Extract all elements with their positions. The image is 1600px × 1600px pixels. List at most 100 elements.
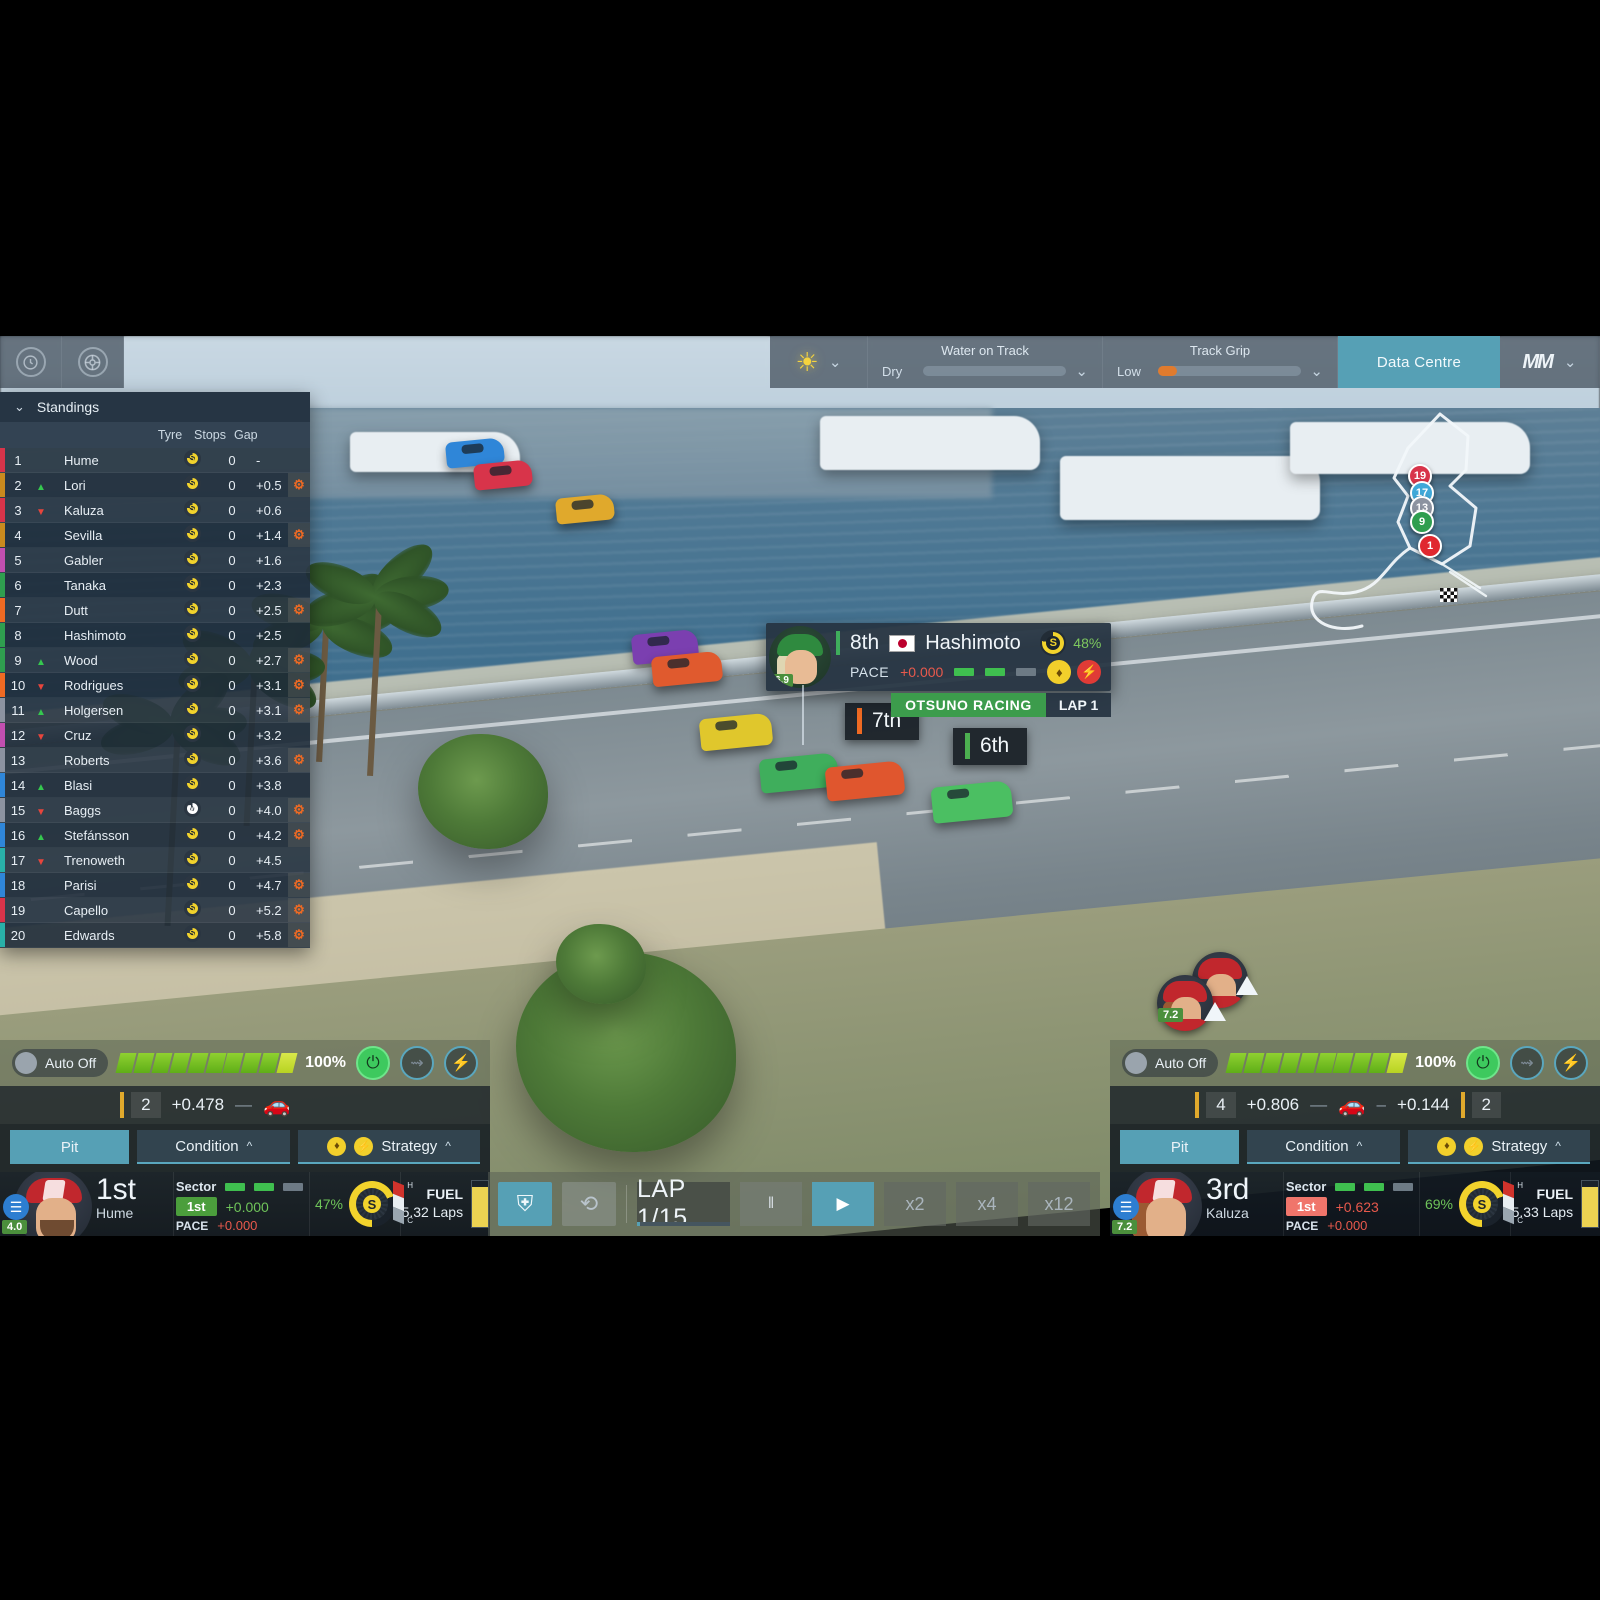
driver-rating-badge: 7.2 — [1158, 1008, 1184, 1022]
track-map[interactable]: 19 17 13 9 1 — [1290, 396, 1510, 636]
tyre-block[interactable]: 47% S H C — [309, 1172, 413, 1236]
grip-slider[interactable] — [1158, 366, 1302, 376]
table-row[interactable]: 20 Edwards S 0 +5.8 ⚙ — [0, 923, 310, 948]
strategy-button[interactable]: ♦ ⚡ Strategy ^ — [1408, 1130, 1590, 1164]
session-clock-button[interactable] — [0, 336, 62, 388]
track-view-icon[interactable]: ⛨ — [498, 1182, 552, 1226]
table-row[interactable]: 13 Roberts S 0 +3.6 ⚙ — [0, 748, 310, 773]
table-row[interactable]: 2 ▲ Lori S 0 +0.5 ⚙ — [0, 473, 310, 498]
drs-icon: ⚙ — [288, 748, 310, 772]
table-row[interactable]: 4 Sevilla S 0 +1.4 ⚙ — [0, 523, 310, 548]
tyre-icon: S H C — [348, 1180, 413, 1227]
table-row[interactable]: 5 Gabler S 0 +1.6 — [0, 548, 310, 573]
sector-position: 1st — [1285, 1197, 1327, 1216]
auto-ers-toggle[interactable]: Auto Off — [12, 1049, 109, 1077]
plug-icon[interactable]: ⏻ — [1466, 1046, 1500, 1080]
condition-label: Condition — [175, 1137, 239, 1155]
auto-ers-toggle[interactable]: Auto Off — [1122, 1049, 1219, 1077]
tyre-icon: S — [183, 850, 201, 867]
tooltip-footer: OTSUNO RACING LAP 1 — [766, 693, 1112, 717]
row-position: 5 — [14, 552, 22, 568]
tyre-block[interactable]: 69% S H C — [1419, 1172, 1523, 1236]
row-tyre: S — [172, 650, 212, 670]
speed-x12-button[interactable]: x12 — [1028, 1182, 1090, 1226]
row-position: 7 — [14, 602, 22, 618]
table-row[interactable]: 9 ▲ Wood S 0 +2.7 ⚙ — [0, 648, 310, 673]
table-row[interactable]: 17 ▼ Trenoweth S 0 +4.5 — [0, 848, 310, 873]
mm-menu-button[interactable]: MM ⌄ — [1500, 336, 1600, 388]
weather-selector[interactable]: ☀ ⌄ — [770, 336, 868, 388]
boost-icon[interactable]: ⚡ — [1554, 1046, 1588, 1080]
fuel-block[interactable]: FUEL 5.32 Laps — [399, 1172, 490, 1236]
row-tyre: S — [172, 700, 212, 720]
table-row[interactable]: 7 Dutt S 0 +2.5 ⚙ — [0, 598, 310, 623]
replay-icon[interactable]: ⟲ — [562, 1182, 616, 1226]
track-position-label[interactable]: 6th — [953, 728, 1028, 765]
row-tyre: S — [172, 825, 212, 845]
chevron-down-icon[interactable]: ⌄ — [1075, 362, 1088, 380]
table-row[interactable]: 8 Hashimoto S 0 +2.5 — [0, 623, 310, 648]
team-colour-stripe — [0, 548, 5, 572]
table-row[interactable]: 15 ▼ Baggs M 0 +4.0 ⚙ — [0, 798, 310, 823]
strategy-button[interactable]: ♦ ⚡ Strategy ^ — [298, 1130, 480, 1164]
plug-icon[interactable]: ⏻ — [356, 1046, 390, 1080]
pit-button[interactable]: Pit — [10, 1130, 130, 1164]
row-tyre: M — [172, 800, 212, 820]
condition-button[interactable]: Condition ^ — [137, 1130, 291, 1164]
table-row[interactable]: 19 Capello S 0 +5.2 ⚙ — [0, 898, 310, 923]
driver-tooltip: 6.9 8th Hashimoto S 48% PACE +0.000 ♦ ⚡ … — [766, 623, 1112, 745]
tyre-info-button[interactable] — [62, 336, 124, 388]
table-row[interactable]: 18 Parisi S 0 +4.7 ⚙ — [0, 873, 310, 898]
speed-x2-button[interactable]: x2 — [884, 1182, 946, 1226]
driver-list-icon[interactable]: ☰ — [1113, 1194, 1139, 1220]
track-grip-control[interactable]: Track Grip Low ⌄ — [1103, 336, 1338, 388]
slipstream-icon[interactable]: ⇝ — [1510, 1046, 1544, 1080]
avatar[interactable]: ☰ 7.2 — [1110, 1172, 1202, 1236]
table-row[interactable]: 14 ▲ Blasi S 0 +3.8 — [0, 773, 310, 798]
row-position: 17 — [10, 852, 26, 868]
table-row[interactable]: 6 Tanaka S 0 +2.3 — [0, 573, 310, 598]
tooltip-tyre: S 48% — [1040, 630, 1101, 656]
table-row[interactable]: 1 Hume S 0 - — [0, 448, 310, 473]
row-stops: 0 — [228, 652, 236, 668]
pit-button[interactable]: Pit — [1120, 1130, 1240, 1164]
water-on-track-control[interactable]: Water on Track Dry ⌄ — [868, 336, 1103, 388]
track-map-car-marker[interactable]: 9 — [1410, 510, 1434, 534]
boost-icon[interactable]: ⚡ — [444, 1046, 478, 1080]
pause-button[interactable]: ‖ — [740, 1182, 802, 1226]
water-slider[interactable] — [923, 366, 1067, 376]
row-tyre: S — [172, 450, 212, 470]
table-row[interactable]: 16 ▲ Stefánsson S 0 +4.2 ⚙ — [0, 823, 310, 848]
slipstream-icon[interactable]: ⇝ — [400, 1046, 434, 1080]
table-row[interactable]: 10 ▼ Rodrigues S 0 +3.1 ⚙ — [0, 673, 310, 698]
row-position: 18 — [10, 877, 26, 893]
table-row[interactable]: 11 ▲ Holgersen S 0 +3.1 ⚙ — [0, 698, 310, 723]
sector-time: +0.000 — [225, 1198, 269, 1215]
row-gap: +4.5 — [256, 852, 282, 868]
data-centre-button[interactable]: Data Centre — [1338, 336, 1500, 388]
fuel-block[interactable]: FUEL 5.33 Laps — [1509, 1172, 1600, 1236]
table-row[interactable]: 12 ▼ Cruz S 0 +3.2 — [0, 723, 310, 748]
row-stops: 0 — [228, 827, 236, 843]
table-row[interactable]: 3 ▼ Kaluza S 0 +0.6 — [0, 498, 310, 523]
tyre-icon: S — [183, 725, 201, 742]
avatar[interactable]: ☰ 4.0 — [0, 1172, 92, 1236]
col-gap: Gap — [234, 428, 258, 442]
speed-x4-button[interactable]: x4 — [956, 1182, 1018, 1226]
play-button[interactable]: ▶ — [812, 1182, 874, 1226]
chevron-down-icon[interactable]: ⌄ — [1310, 362, 1323, 380]
tyre-icon: S — [183, 450, 201, 467]
sector-block: Sector 1st +0.623 PACE +0.000 — [1282, 1172, 1419, 1236]
ers-row: Auto Off 100% ⏻ ⇝ ⚡ — [1110, 1040, 1600, 1086]
pace-value: +0.000 — [217, 1218, 258, 1233]
row-stops: 0 — [228, 902, 236, 918]
row-driver-name: Baggs — [64, 802, 101, 818]
condition-button[interactable]: Condition ^ — [1247, 1130, 1401, 1164]
driver-list-icon[interactable]: ☰ — [3, 1194, 29, 1220]
chevron-down-icon[interactable]: ⌄ — [14, 399, 25, 415]
fuel-gauge — [1581, 1180, 1600, 1228]
track-map-car-marker[interactable]: 1 — [1418, 534, 1442, 558]
standings-header[interactable]: ⌄ Standings — [0, 392, 310, 422]
row-tyre: S — [172, 900, 212, 920]
race-control-bar: ⛨ ⟲ LAP 1/15 ‖ ▶ x2 x4 x12 — [488, 1172, 1100, 1236]
